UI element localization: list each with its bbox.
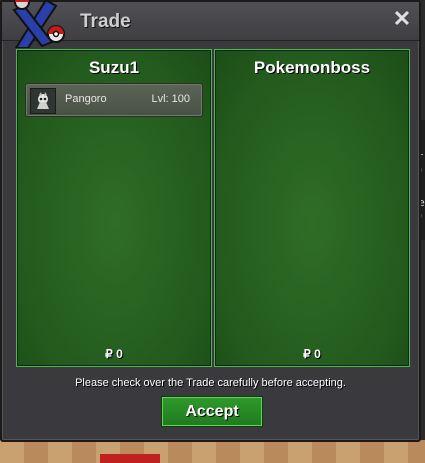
- trade-panel-partner: Pokemonboss ₽ 0: [214, 49, 410, 367]
- accept-button[interactable]: Accept: [161, 396, 263, 427]
- close-icon[interactable]: ✕: [391, 8, 413, 30]
- trade-panel-self: Suzu1 Pangoro Lvl: 100 ₽ 0: [16, 49, 212, 367]
- window-titlebar[interactable]: Trade ✕: [2, 0, 419, 48]
- player-name: Suzu1: [88, 58, 140, 77]
- trade-notice: Please check over the Trade carefully be…: [75, 377, 346, 389]
- background-floor: [0, 440, 425, 463]
- pokemon-name: Pangoro: [65, 93, 107, 105]
- pangoro-icon: [30, 88, 56, 114]
- pokemon-level: Lvl: 100: [151, 93, 190, 105]
- money-offer: ₽ 0: [105, 347, 123, 361]
- partner-name: Pokemonboss: [253, 58, 371, 77]
- window-title: Trade: [80, 11, 131, 32]
- trade-window: Trade ✕ Suzu1 Pangoro Lvl: 100 ₽ 0 Pokem…: [0, 0, 421, 442]
- pokeball-logo-icon: [12, 0, 65, 48]
- trade-item-slot[interactable]: Pangoro Lvl: 100: [25, 83, 203, 117]
- money-offer: ₽ 0: [303, 347, 321, 361]
